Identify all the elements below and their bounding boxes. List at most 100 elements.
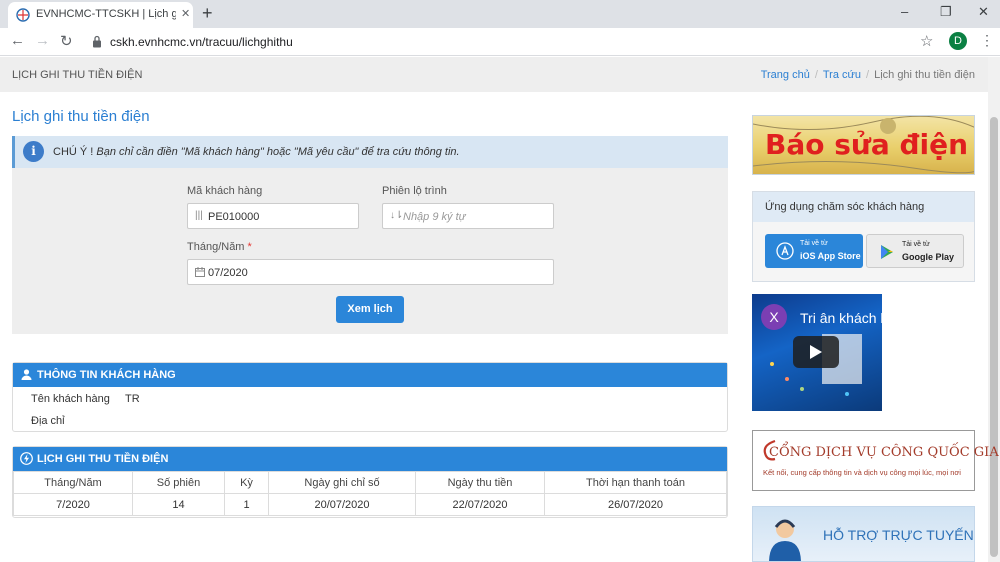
ios-small-text: Tải về từ [800, 240, 828, 247]
profile-avatar[interactable]: D [949, 32, 967, 50]
sort-numeric-icon: ↓⇂ [390, 210, 404, 221]
info-icon: i [23, 141, 44, 162]
column-header: Thời hạn thanh toán [544, 471, 727, 494]
required-mark: * [247, 241, 252, 253]
portal-subtitle: Kết nối, cung cấp thông tin và dịch vụ c… [763, 468, 961, 477]
barcode-icon: ||| [195, 210, 203, 221]
customer-name-value: TR [125, 393, 140, 405]
column-header: Kỳ [224, 471, 269, 494]
table-cell: 1 [224, 493, 269, 516]
play-icon [810, 345, 822, 359]
table-cell: 22/07/2020 [415, 493, 545, 516]
channel-avatar: X [761, 304, 787, 330]
calendar-icon [195, 267, 205, 277]
route-placeholder: Nhập 9 ký tự [403, 211, 466, 223]
url-text: cskh.evnhcmc.vn/tracuu/lichghithu [110, 35, 293, 49]
address-bar[interactable]: cskh.evnhcmc.vn/tracuu/lichghithu ☆ [86, 30, 946, 54]
app-store-icon [776, 242, 794, 260]
view-schedule-button[interactable]: Xem lịch [336, 296, 404, 323]
address-label: Địa chỉ [31, 415, 65, 427]
browser-tab[interactable]: EVNHCMC-TTCSKH | Lịch ghi thu ✕ [8, 2, 193, 28]
browser-tab-bar: EVNHCMC-TTCSKH | Lịch ghi thu ✕ + – ❐ ✕ [0, 0, 1000, 28]
browser-menu-icon[interactable]: ⋮ [980, 32, 994, 49]
page-scrollbar[interactable] [988, 57, 1000, 562]
public-service-portal-banner[interactable]: CỔNG DỊCH VỤ CÔNG QUỐC GIA Kết nối, cung… [752, 430, 999, 491]
table-cell: 14 [132, 493, 225, 516]
table-cell: 20/07/2020 [268, 493, 416, 516]
column-header: Ngày ghi chỉ số [268, 471, 416, 494]
android-big-text: Google Play [902, 252, 955, 262]
schedule-panel: LỊCH GHI THU TIỀN ĐIỆN Tháng/Năm Số phiê… [12, 446, 728, 518]
app-box-header: Ứng dụng chăm sóc khách hàng [753, 192, 974, 222]
google-play-icon [881, 245, 893, 259]
google-play-button[interactable]: Tải về từ Google Play [866, 234, 964, 268]
schedule-header: LỊCH GHI THU TIỀN ĐIỆN [13, 447, 727, 471]
forward-icon[interactable]: → [35, 32, 50, 49]
column-header: Số phiên [132, 471, 225, 494]
column-header: Ngày thu tiền [415, 471, 545, 494]
month-year-label-text: Tháng/Năm [187, 241, 245, 253]
month-year-input[interactable]: 07/2020 [187, 259, 554, 285]
android-small-text: Tải về từ [902, 241, 930, 248]
table-row: 7/2020 14 1 20/07/2020 22/07/2020 26/07/… [13, 493, 727, 516]
ios-big-text: iOS App Store [800, 251, 861, 261]
tab-close-icon[interactable]: ✕ [181, 7, 190, 20]
route-input[interactable]: ↓⇂ Nhập 9 ký tự [382, 203, 554, 229]
table-cell: 7/2020 [13, 493, 133, 516]
table-cell: 26/07/2020 [544, 493, 727, 516]
notice-label: CHÚ Ý ! [53, 146, 94, 158]
bolt-icon [20, 452, 33, 465]
scrollbar-thumb[interactable] [990, 117, 998, 557]
support-title: HỖ TRỢ TRỰC TUYẾN [823, 527, 974, 543]
customer-info-heading: THÔNG TIN KHÁCH HÀNG [37, 369, 176, 381]
video-title: Tri ân khách h [800, 310, 882, 326]
month-year-value: 07/2020 [208, 267, 248, 279]
customer-code-value: PE010000 [208, 211, 260, 223]
breadcrumb-home[interactable]: Trang chủ [761, 69, 810, 81]
browser-toolbar: ← → ↻ cskh.evnhcmc.vn/tracuu/lichghithu … [0, 28, 1000, 56]
breadcrumb-separator: / [814, 69, 818, 81]
column-header: Tháng/Năm [13, 471, 133, 494]
repair-report-banner[interactable]: Báo sửa điện [752, 115, 975, 175]
page-header: LỊCH GHI THU TIỀN ĐIỆN Trang chủ / Tra cứu… [0, 57, 988, 92]
schedule-table: Tháng/Năm Số phiên Kỳ Ngày ghi chỉ số Ng… [13, 471, 727, 516]
customer-name-label: Tên khách hàng [31, 393, 110, 405]
customer-code-input[interactable]: ||| PE010000 [187, 203, 359, 229]
customer-info-panel: THÔNG TIN KHÁCH HÀNG Tên khách hàng TR Đ… [12, 362, 728, 432]
video-thumbnail[interactable]: X Tri ân khách h [752, 294, 882, 411]
user-icon [21, 369, 32, 380]
route-label: Phiên lộ trình [382, 185, 447, 197]
breadcrumb-lookup[interactable]: Tra cứu [823, 69, 861, 81]
page-header-title: LỊCH GHI THU TIỀN ĐIỆN [12, 69, 143, 81]
schedule-heading: LỊCH GHI THU TIỀN ĐIỆN [37, 453, 169, 465]
portal-title: CỔNG DỊCH VỤ CÔNG QUỐC GIA [769, 445, 999, 460]
app-download-box: Ứng dụng chăm sóc khách hàng Tải về từ i… [752, 191, 975, 282]
window-close-icon[interactable]: ✕ [978, 4, 989, 20]
tab-title: EVNHCMC-TTCSKH | Lịch ghi thu [36, 8, 176, 20]
bookmark-star-icon[interactable]: ☆ [920, 32, 933, 50]
reload-icon[interactable]: ↻ [60, 32, 73, 50]
play-button[interactable] [793, 336, 839, 368]
page-title: Lịch ghi thu tiền điện [12, 108, 150, 125]
month-year-label: Tháng/Năm * [187, 241, 252, 253]
notice-box: i CHÚ Ý ! Bạn chỉ cần điền "Mã khách hàn… [12, 136, 728, 168]
minimize-icon[interactable]: – [901, 4, 908, 19]
online-support-banner[interactable]: HỖ TRỢ TRỰC TUYẾN [752, 506, 975, 562]
notice-message: Bạn chỉ cần điền "Mã khách hàng" hoặc "M… [96, 146, 460, 158]
breadcrumb-current: Lịch ghi thu tiền điện [874, 69, 975, 81]
evn-favicon-icon [16, 8, 30, 22]
customer-info-header: THÔNG TIN KHÁCH HÀNG [13, 363, 727, 387]
table-header-row: Tháng/Năm Số phiên Kỳ Ngày ghi chỉ số Ng… [13, 471, 727, 494]
breadcrumb: Trang chủ / Tra cứu / Lịch ghi thu tiền điện [761, 69, 975, 81]
ios-app-store-button[interactable]: Tải về từ iOS App Store [765, 234, 863, 268]
new-tab-icon[interactable]: + [202, 3, 213, 24]
app-box-title: Ứng dụng chăm sóc khách hàng [765, 201, 925, 213]
lock-icon [93, 35, 101, 48]
support-agent-icon [769, 519, 801, 561]
restore-icon[interactable]: ❐ [940, 4, 952, 20]
notice-text: CHÚ Ý ! Bạn chỉ cần điền "Mã khách hàng"… [53, 146, 460, 158]
repair-banner-text: Báo sửa điện [765, 128, 969, 161]
back-icon[interactable]: ← [10, 32, 25, 49]
customer-code-label: Mã khách hàng [187, 185, 263, 197]
breadcrumb-separator: / [866, 69, 870, 81]
